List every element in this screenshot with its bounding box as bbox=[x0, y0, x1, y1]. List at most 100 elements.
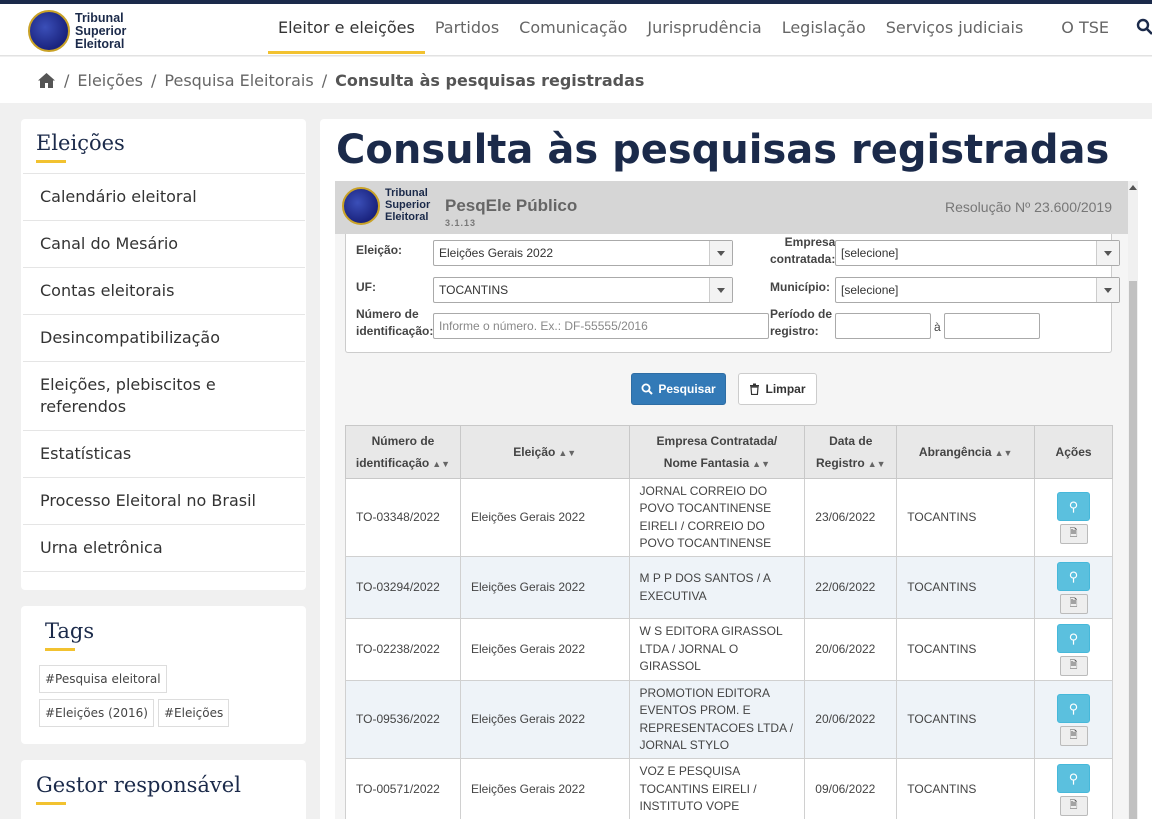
cell-eleicao: Eleições Gerais 2022 bbox=[459, 618, 630, 681]
cell-numero: TO-03294/2022 bbox=[345, 556, 461, 619]
cell-acoes: ⚲ 🗎 bbox=[1034, 556, 1113, 619]
sort-icon[interactable]: ▲▼ bbox=[995, 448, 1013, 458]
nav-comunicacao[interactable]: Comunicação bbox=[509, 4, 637, 54]
cell-numero: TO-09536/2022 bbox=[345, 680, 461, 759]
breadcrumb-separator: / bbox=[64, 70, 70, 90]
nav-eleitor-eleicoes[interactable]: Eleitor e eleições bbox=[268, 4, 425, 54]
view-search-icon[interactable]: ⚲ bbox=[1057, 623, 1091, 653]
col-header-eleicao[interactable]: Eleição ▲▼ bbox=[459, 425, 630, 479]
sort-icon[interactable]: ▲▼ bbox=[868, 459, 886, 469]
home-icon[interactable] bbox=[37, 72, 56, 89]
nav-jurisprudencia[interactable]: Jurisprudência bbox=[637, 4, 771, 54]
document-icon[interactable]: 🗎 bbox=[1059, 523, 1088, 544]
logo-line: Eleitoral bbox=[385, 211, 429, 223]
col-header-empresa[interactable]: Empresa Contratada/Nome Fantasia ▲▼ bbox=[628, 425, 806, 479]
col-header-text: Registro bbox=[816, 455, 865, 470]
sidebar-item-estatisticas[interactable]: Estatísticas bbox=[23, 430, 305, 477]
col-header-numero[interactable]: Número de identificação ▲▼ bbox=[345, 425, 461, 479]
cell-acoes: ⚲ 🗎 bbox=[1034, 680, 1113, 759]
numero-input[interactable]: Informe o número. Ex.: DF-55555/2016 bbox=[433, 313, 769, 339]
cell-empresa: JORNAL CORREIO DO POVO TOCANTINENSE EIRE… bbox=[628, 478, 806, 557]
cell-numero: TO-02238/2022 bbox=[345, 618, 461, 681]
view-search-icon[interactable]: ⚲ bbox=[1057, 491, 1091, 521]
tse-logo[interactable]: Tribunal Superior Eleitoral bbox=[28, 8, 138, 54]
table-row: TO-03348/2022 Eleições Gerais 2022 JORNA… bbox=[345, 478, 1113, 557]
periodo-end-input[interactable] bbox=[944, 313, 1040, 339]
scroll-up-arrow-icon[interactable] bbox=[1129, 185, 1137, 190]
empresa-select[interactable]: [selecione] bbox=[835, 240, 1120, 266]
document-icon[interactable]: 🗎 bbox=[1059, 593, 1088, 614]
tag-pesquisa-eleitoral[interactable]: #Pesquisa eleitoral bbox=[39, 665, 167, 693]
document-icon[interactable]: 🗎 bbox=[1059, 655, 1088, 676]
cell-acoes: ⚲ 🗎 bbox=[1034, 618, 1113, 681]
nav-servicos-judiciais[interactable]: Serviços judiciais bbox=[876, 4, 1034, 54]
municipio-label: Município: bbox=[770, 280, 830, 294]
periodo-start-input[interactable] bbox=[835, 313, 931, 339]
search-icon[interactable] bbox=[1136, 18, 1152, 36]
uf-select[interactable]: TOCANTINS bbox=[433, 277, 733, 303]
breadcrumb-eleicoes[interactable]: Eleições bbox=[77, 71, 143, 90]
cell-eleicao: Eleições Gerais 2022 bbox=[459, 478, 630, 557]
chevron-down-icon[interactable] bbox=[1096, 278, 1119, 302]
cell-eleicao: Eleições Gerais 2022 bbox=[459, 680, 630, 759]
view-search-icon[interactable]: ⚲ bbox=[1057, 763, 1091, 793]
logo-line: Eleitoral bbox=[75, 37, 125, 51]
logo-line: Superior bbox=[385, 199, 431, 211]
municipio-select[interactable]: [selecione] bbox=[835, 277, 1120, 303]
sidebar-menu: Calendário eleitoral Canal do Mesário Co… bbox=[23, 173, 305, 572]
sidebar-item-urna-eletronica[interactable]: Urna eletrônica bbox=[23, 524, 305, 572]
chevron-down-icon[interactable] bbox=[709, 278, 732, 302]
view-search-icon[interactable]: ⚲ bbox=[1057, 693, 1091, 723]
breadcrumb-current: Consulta às pesquisas registradas bbox=[335, 70, 645, 90]
document-icon[interactable]: 🗎 bbox=[1059, 725, 1088, 746]
table-row: TO-03294/2022 Eleições Gerais 2022 M P P… bbox=[345, 556, 1113, 619]
sidebar-item-desincompatibilizacao[interactable]: Desincompatibilização bbox=[23, 314, 305, 361]
nav-o-tse[interactable]: O TSE bbox=[1051, 4, 1119, 54]
table-header-row: Número de identificação ▲▼ Eleição ▲▼ Empre… bbox=[345, 425, 1113, 479]
nav-partidos[interactable]: Partidos bbox=[425, 4, 509, 54]
sort-icon[interactable]: ▲▼ bbox=[432, 459, 450, 469]
nav-legislacao[interactable]: Legislação bbox=[772, 4, 876, 54]
app-name: PesqEle Público bbox=[445, 196, 578, 215]
cell-acoes: ⚲ 🗎 bbox=[1034, 478, 1113, 557]
globe-logo-icon bbox=[342, 187, 380, 225]
manager-title: Gestor responsável bbox=[36, 773, 241, 805]
sidebar-item-eleicoes-plebiscitos[interactable]: Eleições, plebiscitos e referendos bbox=[23, 361, 305, 430]
empresa-select-value: [selecione] bbox=[841, 246, 899, 260]
search-button-label: Pesquisar bbox=[658, 382, 716, 396]
cell-empresa: VOZ E PESQUISA TOCANTINS EIRELI / INSTIT… bbox=[628, 758, 806, 819]
document-icon[interactable]: 🗎 bbox=[1059, 795, 1088, 816]
scroll-thumb[interactable] bbox=[1129, 281, 1137, 819]
col-header-data[interactable]: Data de Registro ▲▼ bbox=[804, 425, 898, 479]
cell-empresa: PROMOTION EDITORA EVENTOS PROM. E REPRES… bbox=[628, 680, 806, 759]
breadcrumb-pesquisa-eleitorais[interactable]: Pesquisa Eleitorais bbox=[164, 71, 313, 90]
view-search-icon[interactable]: ⚲ bbox=[1057, 561, 1091, 591]
sidebar-item-canal-mesario[interactable]: Canal do Mesário bbox=[23, 220, 305, 267]
cell-eleicao: Eleições Gerais 2022 bbox=[459, 556, 630, 619]
clear-button[interactable]: Limpar bbox=[738, 373, 817, 405]
sidebar-menu-card: Eleições Calendário eleitoral Canal do M… bbox=[21, 119, 306, 590]
sort-icon[interactable]: ▲▼ bbox=[558, 448, 576, 458]
main-content: Consulta às pesquisas registradas Tribun… bbox=[320, 119, 1152, 819]
search-button[interactable]: Pesquisar bbox=[631, 373, 726, 405]
eleicao-select[interactable]: Eleições Gerais 2022 bbox=[433, 240, 733, 266]
col-header-text: Ações bbox=[1055, 445, 1092, 459]
numero-label-line: Número de bbox=[356, 307, 419, 321]
frame-scrollbar[interactable] bbox=[1128, 181, 1138, 819]
search-icon bbox=[641, 383, 654, 395]
empresa-label-line: contratada: bbox=[770, 252, 836, 266]
main-nav: Eleitor e eleições Partidos Comunicação … bbox=[268, 4, 1119, 56]
sort-icon[interactable]: ▲▼ bbox=[752, 459, 770, 469]
col-header-abrangencia[interactable]: Abrangência ▲▼ bbox=[896, 425, 1036, 479]
tag-eleicoes-2016[interactable]: #Eleições (2016) bbox=[39, 699, 154, 727]
sidebar-item-calendario[interactable]: Calendário eleitoral bbox=[23, 173, 305, 220]
col-header-acoes: Ações bbox=[1034, 425, 1113, 479]
trash-icon bbox=[750, 383, 760, 395]
tag-eleicoes[interactable]: #Eleições bbox=[157, 699, 230, 727]
empresa-label-line: Empresa bbox=[784, 235, 836, 249]
chevron-down-icon[interactable] bbox=[709, 241, 732, 265]
sidebar-item-contas-eleitorais[interactable]: Contas eleitorais bbox=[23, 267, 305, 314]
cell-data: 20/06/2022 bbox=[804, 680, 898, 759]
chevron-down-icon[interactable] bbox=[1096, 241, 1119, 265]
sidebar-item-processo-eleitoral[interactable]: Processo Eleitoral no Brasil bbox=[23, 477, 305, 524]
